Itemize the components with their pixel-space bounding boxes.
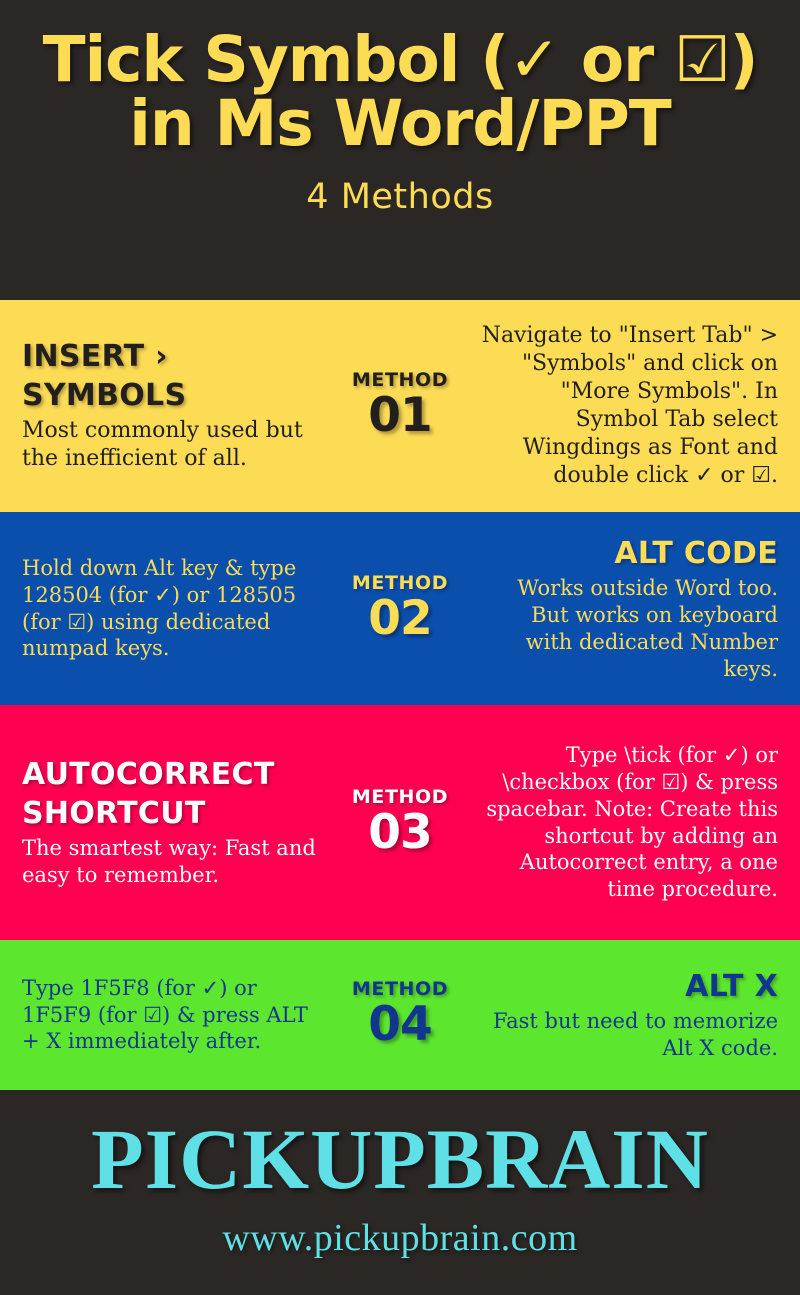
brand-url[interactable]: www.pickupbrain.com — [222, 1216, 577, 1260]
method-01-right-column: Navigate to "Insert Tab" > "Symbols" and… — [478, 322, 778, 491]
method-02-right-heading: ALT CODE — [614, 535, 778, 571]
method-04-right-heading: ALT X — [685, 968, 778, 1004]
method-02-number: 02 — [368, 590, 432, 646]
method-02-right-column: ALT CODE Works outside Word too. But wor… — [478, 535, 778, 683]
method-01-right-body: Navigate to "Insert Tab" > "Symbols" and… — [481, 322, 792, 489]
method-02-left-body: Hold down Alt key & type 128504 (for ✓) … — [22, 555, 297, 661]
method-01-left-heading: INSERT › SYMBOLS — [22, 339, 187, 413]
method-02-badge: METHOD 02 — [322, 572, 478, 646]
method-03-badge: METHOD 03 — [322, 786, 478, 860]
infographic-page: Tick Symbol (✓ or ☑) in Ms Word/PPT 4 Me… — [0, 0, 800, 1295]
page-title-line-1: Tick Symbol (✓ or ☑) — [42, 23, 759, 96]
method-04-left-column: Type 1F5F8 (for ✓) or 1F5F9 (for ☑) & pr… — [22, 975, 322, 1056]
method-section-01: INSERT › SYMBOLS Most commonly used but … — [0, 300, 800, 512]
page-subtitle: 4 Methods — [306, 176, 494, 217]
method-04-right-body: Fast but need to memorize Alt X code. — [492, 1009, 778, 1061]
method-04-left-body: Type 1F5F8 (for ✓) or 1F5F9 (for ☑) & pr… — [22, 975, 308, 1054]
method-01-left-body: Most commonly used but the inefficient o… — [22, 418, 303, 472]
method-03-number: 03 — [368, 804, 432, 860]
method-03-left-column: AUTOCORRECT SHORTCUT The smartest way: F… — [22, 756, 322, 889]
footer-section: PICKUPBRAIN www.pickupbrain.com — [0, 1090, 800, 1295]
page-title-line-2: in Ms Word/PPT — [129, 87, 672, 161]
method-03-right-column: Type \tick (for ✓) or \checkbox (for ☑) … — [478, 742, 778, 903]
method-02-left-column: Hold down Alt key & type 128504 (for ✓) … — [22, 555, 322, 663]
method-01-number: 01 — [368, 388, 432, 444]
method-03-left-body: The smartest way: Fast and easy to remem… — [22, 836, 316, 887]
method-01-left-column: INSERT › SYMBOLS Most commonly used but … — [22, 338, 322, 473]
method-section-04: Type 1F5F8 (for ✓) or 1F5F9 (for ☑) & pr… — [0, 940, 800, 1090]
method-section-03: AUTOCORRECT SHORTCUT The smartest way: F… — [0, 705, 800, 940]
method-04-right-column: ALT X Fast but need to memorize Alt X co… — [478, 968, 778, 1062]
method-01-badge: METHOD 01 — [322, 370, 478, 442]
method-section-02: Hold down Alt key & type 128504 (for ✓) … — [0, 512, 800, 705]
method-02-right-body: Works outside Word too. But works on key… — [517, 575, 778, 681]
method-03-right-body: Type \tick (for ✓) or \checkbox (for ☑) … — [486, 742, 778, 902]
method-04-number: 04 — [368, 997, 432, 1053]
page-title: Tick Symbol (✓ or ☑) in Ms Word/PPT — [14, 23, 786, 161]
method-03-left-heading: AUTOCORRECT SHORTCUT — [22, 757, 275, 831]
brand-name: PICKUPBRAIN — [91, 1110, 709, 1207]
header-section: Tick Symbol (✓ or ☑) in Ms Word/PPT 4 Me… — [0, 0, 800, 300]
method-04-badge: METHOD 04 — [322, 979, 478, 1051]
